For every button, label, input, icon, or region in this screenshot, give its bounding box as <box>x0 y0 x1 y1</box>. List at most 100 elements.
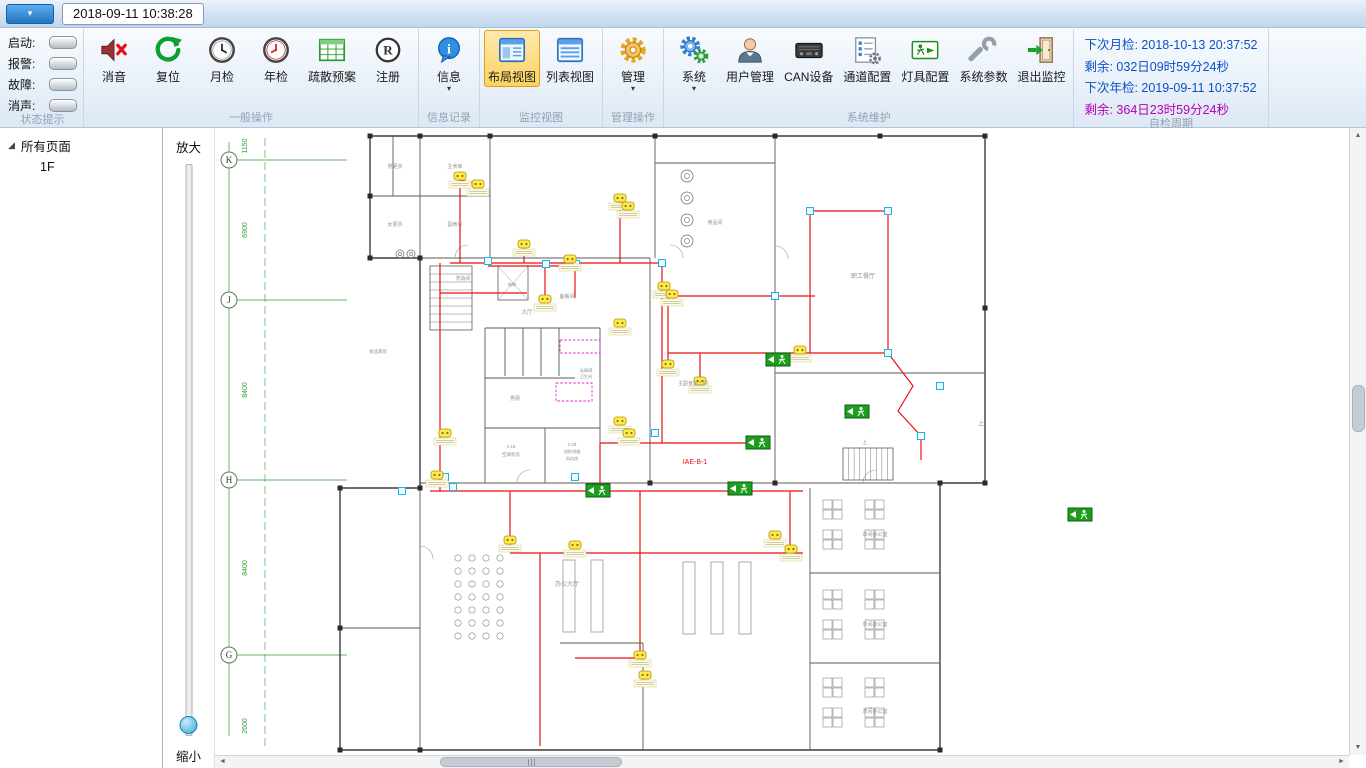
mute-button[interactable]: 消音 <box>88 30 140 87</box>
node-icon[interactable] <box>543 261 550 268</box>
scroll-up-arrow[interactable]: ▲ <box>1350 128 1366 143</box>
user-management-button[interactable]: 用户管理 <box>722 30 778 87</box>
zoom-out-label[interactable]: 缩小 <box>163 746 214 765</box>
list-view-icon <box>555 35 585 65</box>
lamp-icon[interactable] <box>434 429 456 445</box>
scroll-right-arrow[interactable]: ► <box>1334 756 1349 768</box>
list-view-button[interactable]: 列表视图 <box>542 30 598 87</box>
node-icon[interactable] <box>772 293 779 300</box>
tree-item-1f[interactable]: 1F <box>0 157 162 174</box>
svg-text:8400: 8400 <box>242 560 249 576</box>
ribbon-group-label: 监控视图 <box>484 112 598 127</box>
node-icon[interactable] <box>807 208 814 215</box>
zoom-in-label[interactable]: 放大 <box>163 128 214 156</box>
exit-sign-icon[interactable] <box>586 484 610 497</box>
exit-monitor-icon <box>1026 35 1056 65</box>
zoom-slider-track[interactable] <box>185 164 192 736</box>
status-led-indicator <box>49 99 77 112</box>
page-tree-panel: ◢ 所有页面 1F <box>0 128 163 768</box>
system-params-button[interactable]: 系统参数 <box>955 30 1011 87</box>
layout-view-button[interactable]: 布局视图 <box>484 30 540 87</box>
info-button[interactable]: i信息▾ <box>423 30 475 95</box>
selfcheck-line: 剩余: 032日09时59分24秒 <box>1084 56 1257 75</box>
scroll-down-arrow[interactable]: ▼ <box>1350 740 1366 755</box>
exit-monitor-button[interactable]: 退出监控 <box>1013 30 1069 87</box>
status-led-indicator <box>49 78 77 91</box>
manage-button[interactable]: 管理▾ <box>607 30 659 95</box>
lamp-icon[interactable] <box>449 172 471 188</box>
exit-sign-icon[interactable] <box>766 353 790 366</box>
system-button[interactable]: 系统▾ <box>668 30 720 95</box>
register-icon: R <box>373 35 403 65</box>
mute-icon <box>99 35 129 65</box>
channel-config-button[interactable]: 通道配置 <box>839 30 895 87</box>
tree-root-label: 所有页面 <box>21 136 71 155</box>
system-params-icon <box>968 35 998 65</box>
lamp-config-icon <box>910 35 940 65</box>
svg-text:食品库房: 食品库房 <box>369 348 387 355</box>
quick-access-menu-button[interactable]: ▾ <box>6 4 54 24</box>
monthly-check-button[interactable]: 月检 <box>196 30 248 87</box>
tree-expand-icon[interactable]: ◢ <box>8 140 15 151</box>
node-icon[interactable] <box>485 258 492 265</box>
node-icon[interactable] <box>572 474 579 481</box>
exit-sign-icon[interactable] <box>746 436 770 449</box>
lamp-icon[interactable] <box>564 541 586 557</box>
lamp-icon[interactable] <box>657 360 679 376</box>
node-icon[interactable] <box>885 208 892 215</box>
zoom-slider-thumb[interactable] <box>180 716 198 734</box>
tree-root-all-pages[interactable]: ◢ 所有页面 <box>0 128 162 157</box>
ribbon-group-selfcheck: 下次月检: 2018-10-13 20:37:52剩余: 032日09时59分2… <box>1074 29 1268 127</box>
node-icon[interactable] <box>885 350 892 357</box>
ribbon-toolbar: 启动:报警:故障:消声:状态提示消音复位月检年检疏散预案R注册一般操作i信息▾信… <box>0 28 1366 128</box>
node-icon[interactable] <box>450 484 457 491</box>
node-icon[interactable] <box>918 433 925 440</box>
svg-text:大厅: 大厅 <box>521 308 533 316</box>
button-label: 退出监控 <box>1017 68 1065 85</box>
exit-sign-icon[interactable] <box>728 482 752 495</box>
node-icon[interactable] <box>652 430 659 437</box>
svg-text:单间办公室: 单间办公室 <box>862 531 887 538</box>
lamp-icon[interactable] <box>513 240 535 256</box>
ribbon-group-info-records: i信息▾信息记录 <box>419 29 480 127</box>
scroll-left-arrow[interactable]: ◄ <box>215 756 230 768</box>
annual-check-button[interactable]: 年检 <box>250 30 302 87</box>
ribbon-group-management: 管理▾管理操作 <box>603 29 664 127</box>
vertical-scrollbar[interactable]: ▲ ▼ <box>1349 128 1366 755</box>
lamp-icon[interactable] <box>534 295 556 311</box>
ribbon-group-maintenance: 系统▾用户管理CAN设备通道配置灯具配置系统参数退出监控系统维护 <box>664 29 1074 127</box>
svg-text:R: R <box>383 43 393 58</box>
lamp-icon[interactable] <box>764 531 786 547</box>
caret-down-icon: ▾ <box>28 8 33 19</box>
lamp-icon[interactable] <box>499 536 521 552</box>
status-led-indicator <box>49 36 77 49</box>
lamp-icon[interactable] <box>609 319 631 335</box>
scroll-grip-icon <box>531 759 532 766</box>
floorplan-canvas[interactable]: KJHG11506900840084002600男更衣女更衣主食库副食库洗消间备… <box>215 128 1345 755</box>
svg-text:男更衣: 男更衣 <box>387 163 402 170</box>
register-button[interactable]: R 注册 <box>362 30 414 87</box>
node-icon[interactable] <box>937 383 944 390</box>
svg-text:洗消间: 洗消间 <box>455 275 470 282</box>
lamp-icon[interactable] <box>789 346 811 362</box>
reset-button[interactable]: 复位 <box>142 30 194 87</box>
button-label: 注册 <box>376 68 400 85</box>
horizontal-scroll-thumb[interactable] <box>440 757 622 767</box>
horizontal-scrollbar[interactable]: ◄ ► <box>215 755 1349 768</box>
exit-sign-icon[interactable] <box>845 405 869 418</box>
lamp-icon[interactable] <box>629 651 651 667</box>
node-icon[interactable] <box>399 488 406 495</box>
ribbon-group-label: 状态提示 <box>6 114 79 127</box>
exit-sign-icon[interactable] <box>1068 508 1092 521</box>
evacuation-plan-button[interactable]: 疏散预案 <box>304 30 360 87</box>
node-icon[interactable] <box>659 260 666 267</box>
layout-view-icon <box>497 35 527 65</box>
status-label: 故障: <box>8 76 44 93</box>
vertical-scroll-thumb[interactable] <box>1352 385 1365 432</box>
status-label: 报警: <box>8 55 44 72</box>
dropdown-arrow-icon: ▾ <box>631 85 635 93</box>
lamp-config-button[interactable]: 灯具配置 <box>897 30 953 87</box>
svg-text:主副食加工间: 主副食加工间 <box>678 380 708 387</box>
can-device-button[interactable]: CAN设备 <box>780 30 837 87</box>
lamp-icon[interactable] <box>634 671 656 687</box>
